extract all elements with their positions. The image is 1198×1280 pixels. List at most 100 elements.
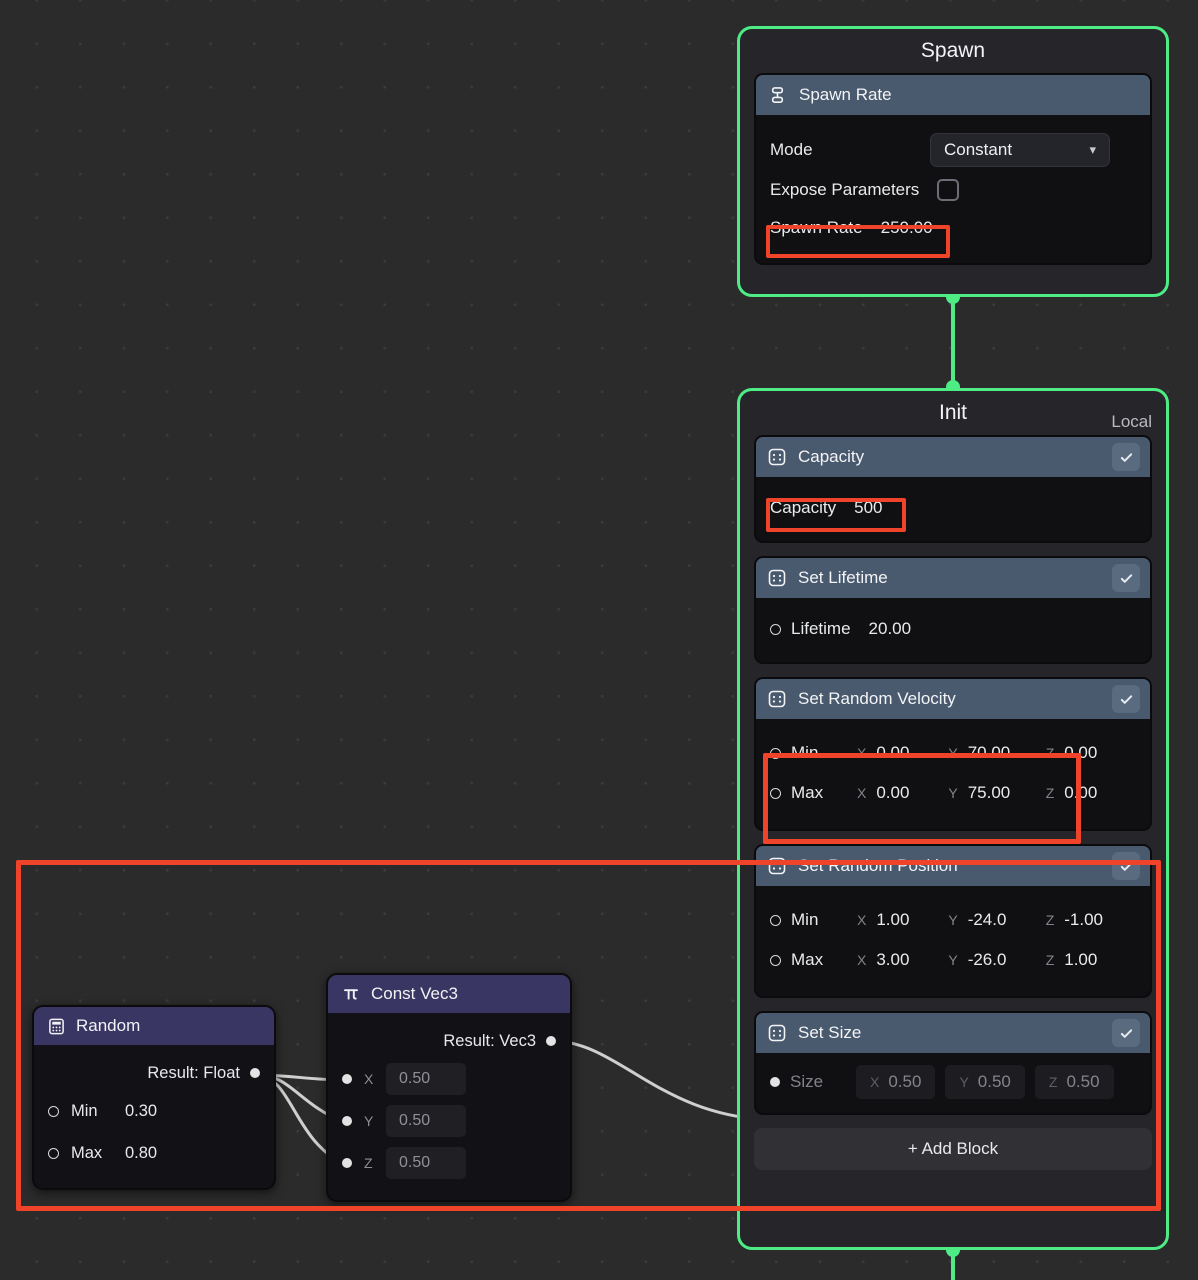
mode-row: Mode Constant ▾ [770,129,1136,171]
block-set-size-body: Size X 0.50 Y 0.50 Z 0.50 [756,1053,1150,1113]
axis-x-label: X [870,1074,880,1090]
init-node-space[interactable]: Local [1111,412,1152,432]
const-vec3-x-field[interactable]: 0.50 [386,1063,466,1095]
const-vec3-z-row: Z 0.50 [342,1142,556,1184]
position-max-x[interactable]: 3.00 [876,950,938,970]
axis-y-label: Y [364,1113,374,1129]
position-max-z[interactable]: 1.00 [1064,950,1097,970]
spawn-node[interactable]: Spawn Spawn Rate Mode Constant ▾ Expose … [737,26,1169,297]
block-spawn-rate[interactable]: Spawn Rate Mode Constant ▾ Expose Parame… [754,73,1152,265]
block-capacity[interactable]: Capacity Capacity 500 [754,435,1152,543]
mode-label: Mode [770,140,813,159]
position-min-y[interactable]: -24.0 [968,910,1036,930]
block-set-size[interactable]: Set Size Size X 0.50 Y 0.50 Z 0.50 [754,1011,1152,1115]
lifetime-row: Lifetime 20.00 [770,610,1136,648]
position-min-z[interactable]: -1.00 [1064,910,1103,930]
size-z-field[interactable]: Z 0.50 [1034,1065,1114,1099]
size-label: Size [790,1072,824,1091]
velocity-max-z[interactable]: 0.00 [1064,783,1097,803]
block-spawn-rate-header[interactable]: Spawn Rate [756,75,1150,115]
input-port-random-min[interactable] [48,1105,59,1117]
block-set-random-velocity-header[interactable]: Set Random Velocity [756,679,1150,719]
velocity-min-x[interactable]: 0.00 [876,743,938,763]
output-port-random-result[interactable] [250,1068,260,1078]
init-node[interactable]: Init Local Capacity Capacity 500 Set Lif… [737,388,1169,1250]
random-min-row: Min 0.30 [48,1090,260,1132]
input-port-random-max[interactable] [48,1147,59,1159]
input-port-position-min[interactable] [770,914,781,926]
input-port-velocity-max[interactable] [770,787,781,799]
check-icon[interactable] [1112,443,1140,471]
random-node[interactable]: Random Result: Float Min 0.30 Max 0.80 [32,1005,276,1190]
random-node-title: Random [76,1016,141,1035]
position-min-label: Min [791,910,819,929]
size-x-field[interactable]: X 0.50 [856,1065,936,1099]
capacity-value[interactable]: 500 [854,498,882,518]
block-set-random-velocity-title: Set Random Velocity [798,689,956,708]
check-icon[interactable] [1112,1019,1140,1047]
random-max-value[interactable]: 0.80 [125,1144,157,1163]
velocity-max-label: Max [791,783,824,802]
random-min-label: Min [71,1101,98,1120]
input-port-size[interactable] [770,1077,780,1087]
velocity-max-y[interactable]: 75.00 [968,783,1036,803]
input-port-velocity-min[interactable] [770,747,781,759]
init-node-title: Init [938,401,967,424]
lifetime-label: Lifetime [791,619,851,638]
size-y-field[interactable]: Y 0.50 [945,1065,1025,1099]
input-port-lifetime[interactable] [770,623,781,635]
size-z-value: 0.50 [1066,1072,1100,1091]
velocity-max-x[interactable]: 0.00 [876,783,938,803]
block-set-random-position[interactable]: Set Random Position Min X 1.00 Y -24.0 Z… [754,844,1152,998]
mode-dropdown-value: Constant [944,140,1013,159]
check-icon[interactable] [1112,852,1140,880]
random-output-label: Result: Float [147,1063,240,1082]
mode-dropdown[interactable]: Constant ▾ [930,133,1110,167]
const-vec3-z-field[interactable]: 0.50 [386,1147,466,1179]
random-node-header[interactable]: Random [34,1007,274,1045]
size-y-value: 0.50 [977,1072,1011,1091]
const-vec3-node[interactable]: Const Vec3 Result: Vec3 X 0.50 Y 0.50 Z … [326,973,572,1202]
const-vec3-y-field[interactable]: 0.50 [386,1105,466,1137]
lifetime-value[interactable]: 20.00 [869,619,912,639]
axis-x-label: X [857,952,867,968]
axis-y-label: Y [948,912,958,928]
check-icon[interactable] [1112,685,1140,713]
block-set-lifetime[interactable]: Set Lifetime Lifetime 20.00 [754,556,1152,664]
spawn-rate-value[interactable]: 250.00 [881,218,933,238]
axis-z-label: Z [1045,785,1055,801]
size-row: Size X 0.50 Y 0.50 Z 0.50 [770,1063,1136,1101]
position-max-label: Max [791,950,824,969]
output-port-const-vec3-result[interactable] [546,1036,556,1046]
pi-icon [342,985,360,1003]
block-set-lifetime-header[interactable]: Set Lifetime [756,558,1150,598]
velocity-min-y[interactable]: 70.00 [968,743,1036,763]
position-min-x[interactable]: 1.00 [876,910,938,930]
input-port-const-vec3-z[interactable] [342,1158,352,1168]
block-set-random-position-body: Min X 1.00 Y -24.0 Z -1.00 Max X 3.00 Y … [756,886,1150,996]
spawn-rate-label: Spawn Rate [770,218,863,237]
block-set-random-velocity[interactable]: Set Random Velocity Min X 0.00 Y 70.00 Z… [754,677,1152,831]
expose-parameters-checkbox[interactable] [937,179,960,201]
block-set-random-position-header[interactable]: Set Random Position [756,846,1150,886]
block-set-size-title: Set Size [798,1023,862,1042]
const-vec3-output-row: Result: Vec3 [342,1024,556,1058]
input-port-const-vec3-y[interactable] [342,1116,352,1126]
position-max-y[interactable]: -26.0 [968,950,1036,970]
velocity-max-row: Max X 0.00 Y 75.00 Z 0.00 [770,773,1136,813]
check-icon[interactable] [1112,564,1140,592]
add-block-button[interactable]: + Add Block [754,1128,1152,1170]
grid-dots-icon [768,1024,786,1042]
block-spawn-rate-title: Spawn Rate [799,85,892,104]
const-vec3-node-header[interactable]: Const Vec3 [328,975,570,1013]
input-port-const-vec3-x[interactable] [342,1074,352,1084]
axis-z-label: Z [364,1155,373,1171]
axis-z-label: Z [1045,912,1055,928]
velocity-min-z[interactable]: 0.00 [1064,743,1097,763]
random-min-value[interactable]: 0.30 [125,1102,157,1121]
block-set-size-header[interactable]: Set Size [756,1013,1150,1053]
chevron-down-icon: ▾ [1089,142,1096,157]
grid-dots-icon [768,569,786,587]
input-port-position-max[interactable] [770,954,781,966]
block-capacity-header[interactable]: Capacity [756,437,1150,477]
